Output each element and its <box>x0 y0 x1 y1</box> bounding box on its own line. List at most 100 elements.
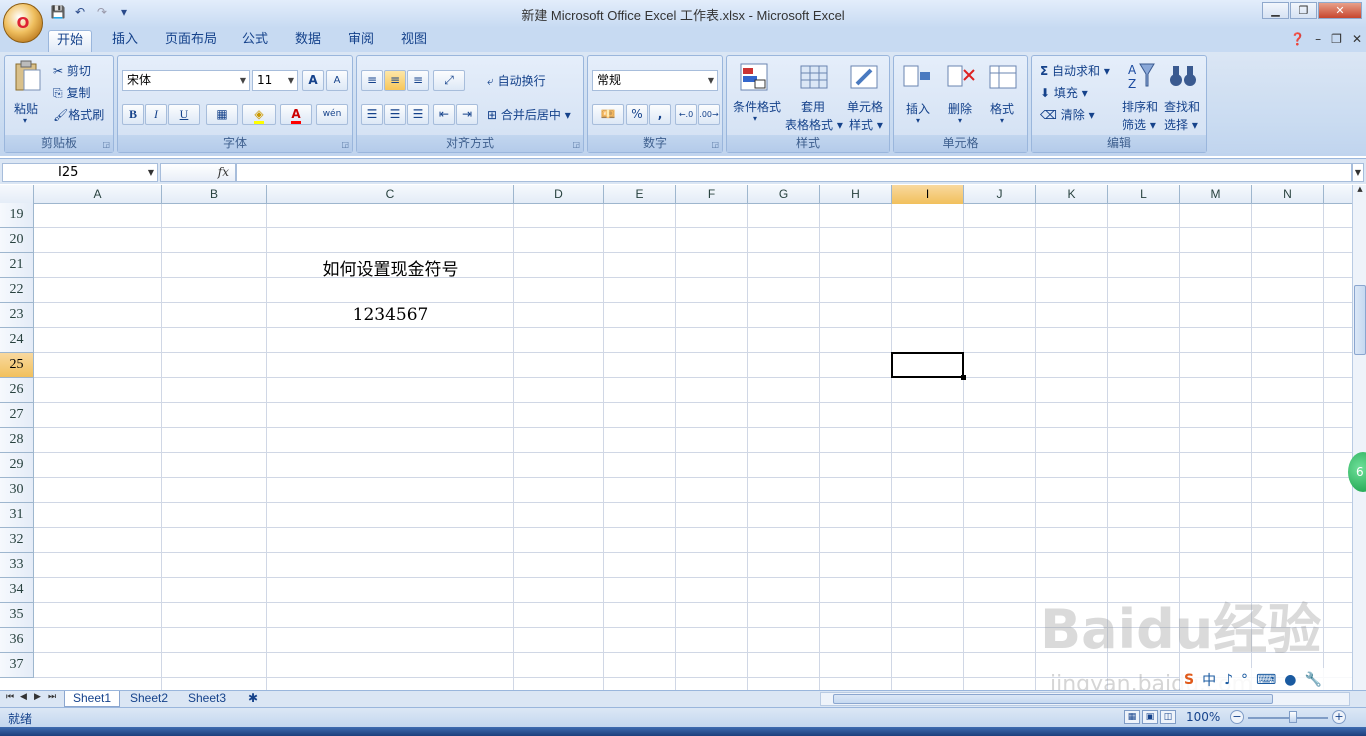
row-header-25[interactable]: 25 <box>0 353 34 378</box>
vertical-scroll-thumb[interactable] <box>1354 285 1366 355</box>
normal-view-icon[interactable]: ▦ <box>1124 710 1140 724</box>
column-header-m[interactable]: M <box>1180 185 1252 204</box>
fill-handle[interactable] <box>961 375 966 380</box>
tab-insert[interactable]: 插入 <box>104 30 146 52</box>
cell-styles-label-1[interactable]: 单元格 <box>847 98 883 115</box>
keyboard-icon[interactable]: ⌨ <box>1256 672 1276 688</box>
sort-filter-button[interactable]: 筛选 ▾ <box>1122 116 1156 133</box>
formula-input[interactable] <box>236 163 1352 182</box>
row-header-27[interactable]: 27 <box>0 403 34 428</box>
maximize-button[interactable]: ❐ <box>1290 2 1317 19</box>
row-header-24[interactable]: 24 <box>0 328 34 353</box>
column-header-j[interactable]: J <box>964 185 1036 204</box>
format-as-table-label-1[interactable]: 套用 <box>801 98 825 115</box>
first-sheet-icon[interactable]: ⏮ <box>6 692 14 702</box>
align-center-button[interactable]: ☰ <box>384 104 406 125</box>
format-as-table-icon[interactable] <box>799 62 829 92</box>
merge-center-button[interactable]: ⊞ 合并后居中 ▾ <box>487 106 571 123</box>
zoom-out-icon[interactable]: − <box>1230 710 1244 724</box>
row-header-31[interactable]: 31 <box>0 503 34 528</box>
column-header-l[interactable]: L <box>1108 185 1180 204</box>
conditional-formatting-dropdown-icon[interactable]: ▾ <box>753 114 757 123</box>
tab-home[interactable]: 开始 <box>48 30 93 52</box>
user-icon[interactable]: ● <box>1284 672 1296 688</box>
format-painter-button[interactable]: 🖌格式刷 <box>53 106 104 123</box>
increase-decimal-button[interactable]: ←.0 <box>675 104 697 125</box>
alignment-launcher-icon[interactable]: ◲ <box>572 140 580 149</box>
column-header-n[interactable]: N <box>1252 185 1324 204</box>
column-header-i[interactable]: I <box>892 185 964 204</box>
row-header-32[interactable]: 32 <box>0 528 34 553</box>
clipboard-launcher-icon[interactable]: ◲ <box>102 140 110 149</box>
minimize-button[interactable]: ▁ <box>1262 2 1289 19</box>
row-header-37[interactable]: 37 <box>0 653 34 678</box>
ime-fullwidth-icon[interactable]: ° <box>1241 672 1248 688</box>
close-workbook-icon[interactable]: ✕ <box>1352 32 1362 46</box>
align-middle-button[interactable]: ≡ <box>384 70 406 91</box>
column-header-k[interactable]: K <box>1036 185 1108 204</box>
number-launcher-icon[interactable]: ◲ <box>711 140 719 149</box>
vertical-scrollbar[interactable]: ▲ <box>1352 185 1366 690</box>
binoculars-icon[interactable] <box>1168 60 1198 90</box>
row-header-35[interactable]: 35 <box>0 603 34 628</box>
cut-button[interactable]: ✂ 剪切 <box>53 62 91 79</box>
row-header-30[interactable]: 30 <box>0 478 34 503</box>
sort-filter-icon[interactable]: AZ <box>1126 60 1156 91</box>
column-header-a[interactable]: A <box>34 185 162 204</box>
row-header-29[interactable]: 29 <box>0 453 34 478</box>
row-header-36[interactable]: 36 <box>0 628 34 653</box>
orientation-button[interactable]: ⤢ <box>433 70 465 91</box>
insert-sheet-icon[interactable]: ✱ <box>240 691 266 707</box>
italic-button[interactable]: I <box>145 104 167 125</box>
sheet-tab-sheet2[interactable]: Sheet2 <box>122 691 176 707</box>
tab-page-layout[interactable]: 页面布局 <box>157 30 225 52</box>
decrease-indent-button[interactable]: ⇤ <box>433 104 455 125</box>
cell-styles-button[interactable]: 样式 ▾ <box>849 116 883 133</box>
autosum-button[interactable]: Σ 自动求和 ▾ <box>1040 62 1110 79</box>
accounting-format-button[interactable]: 💴 <box>592 104 624 125</box>
row-header-19[interactable]: 19 <box>0 203 34 228</box>
align-top-button[interactable]: ≡ <box>361 70 383 91</box>
help-icon[interactable]: ❓ <box>1290 32 1305 46</box>
align-bottom-button[interactable]: ≡ <box>407 70 429 91</box>
phonetic-button[interactable]: wén <box>316 104 348 125</box>
row-header-20[interactable]: 20 <box>0 228 34 253</box>
prev-sheet-icon[interactable]: ◀ <box>20 692 27 702</box>
border-button[interactable]: ▦ <box>206 104 238 125</box>
row-header-34[interactable]: 34 <box>0 578 34 603</box>
column-header-h[interactable]: H <box>820 185 892 204</box>
format-cells-button[interactable]: 格式 <box>990 100 1014 117</box>
insert-cells-icon[interactable] <box>902 62 932 92</box>
row-header-26[interactable]: 26 <box>0 378 34 403</box>
column-header-g[interactable]: G <box>748 185 820 204</box>
align-left-button[interactable]: ☰ <box>361 104 383 125</box>
font-color-button[interactable]: A <box>280 104 312 125</box>
font-size-select[interactable]: 11 ▼ <box>252 70 298 91</box>
row-header-23[interactable]: 23 <box>0 303 34 328</box>
select-all-button[interactable] <box>0 185 34 204</box>
delete-cells-button[interactable]: 删除 <box>948 100 972 117</box>
sheet-tab-sheet3[interactable]: Sheet3 <box>180 691 234 707</box>
column-header-c[interactable]: C <box>267 185 514 204</box>
ime-mode[interactable]: 中 <box>1202 670 1216 690</box>
ime-punct-icon[interactable]: ♪ <box>1224 672 1233 688</box>
restore-workbook-icon[interactable]: ❐ <box>1331 32 1342 46</box>
office-button[interactable]: O <box>3 3 43 43</box>
tab-review[interactable]: 审阅 <box>340 30 382 52</box>
page-layout-view-icon[interactable]: ▣ <box>1142 710 1158 724</box>
shrink-font-button[interactable]: A <box>326 70 348 91</box>
percent-button[interactable]: % <box>626 104 648 125</box>
paste-button[interactable]: 粘贴 <box>14 100 38 117</box>
scroll-up-icon[interactable]: ▲ <box>1354 185 1366 195</box>
zoom-slider[interactable] <box>1248 717 1328 719</box>
conditional-formatting-icon[interactable] <box>739 62 769 92</box>
row-header-21[interactable]: 21 <box>0 253 34 278</box>
column-header-e[interactable]: E <box>604 185 676 204</box>
number-format-select[interactable]: 常规 ▼ <box>592 70 718 91</box>
minimize-workbook-icon[interactable]: – <box>1315 32 1321 46</box>
delete-cells-icon[interactable] <box>946 62 976 92</box>
last-sheet-icon[interactable]: ⏭ <box>48 692 56 702</box>
find-select-label-1[interactable]: 查找和 <box>1164 98 1200 115</box>
row-header-22[interactable]: 22 <box>0 278 34 303</box>
font-name-select[interactable]: 宋体 ▼ <box>122 70 250 91</box>
